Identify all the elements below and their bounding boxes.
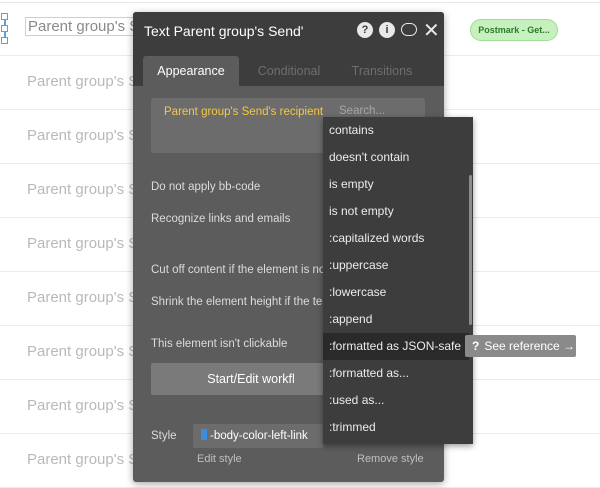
cutoff-content-label: Cut off content if the element is no <box>151 264 326 276</box>
row-text: Parent group's S <box>27 343 139 360</box>
dropdown-option[interactable]: :trimmed <box>323 414 469 441</box>
shrink-height-label: Shrink the element height if the te <box>151 296 323 308</box>
dropdown-option[interactable]: :formatted as... <box>323 360 469 387</box>
see-reference-label: See reference → <box>484 339 576 353</box>
style-value: -body-color-left-link <box>210 430 308 442</box>
tab-conditional[interactable]: Conditional <box>251 56 327 86</box>
question-icon: ? <box>472 339 480 353</box>
panel-header[interactable]: Text Parent group's Send' ? i ✕ <box>133 12 444 50</box>
style-label: Style <box>151 430 177 442</box>
see-reference-button[interactable]: ? See reference → <box>465 335 576 357</box>
row-text: Parent group's S <box>27 181 139 198</box>
remove-style-link[interactable]: Remove style <box>357 453 424 465</box>
panel-tabs: Appearance Conditional Transitions <box>133 50 444 86</box>
not-clickable-label: This element isn't clickable <box>151 338 288 350</box>
info-icon[interactable]: i <box>379 22 395 38</box>
row-text: Parent group's S <box>27 127 139 144</box>
tab-transitions[interactable]: Transitions <box>343 56 421 86</box>
no-bbcode-label: Do not apply bb-code <box>151 181 261 193</box>
resize-handle-icon[interactable] <box>1 13 8 20</box>
dropdown-option-active[interactable]: :formatted as JSON-safe <box>323 333 469 360</box>
style-select[interactable]: -body-color-left-link <box>193 424 323 448</box>
row-text: Parent group's S <box>25 17 143 36</box>
selection-handle[interactable] <box>1 13 14 44</box>
edit-style-link[interactable]: Edit style <box>197 453 242 465</box>
recognize-links-label: Recognize links and emails <box>151 213 291 225</box>
tab-appearance[interactable]: Appearance <box>143 56 239 86</box>
row-text: Parent group's S <box>27 289 139 306</box>
dropdown-option[interactable]: :lowercase <box>323 279 469 306</box>
resize-handle-icon[interactable] <box>1 25 8 32</box>
dropdown-option[interactable]: contains <box>323 117 469 144</box>
comment-icon[interactable] <box>401 23 417 36</box>
operator-dropdown: contains doesn't contain is empty is not… <box>323 117 473 444</box>
row-text: Parent group's S <box>27 397 139 414</box>
dropdown-option[interactable]: doesn't contain <box>323 144 469 171</box>
dropdown-option[interactable]: :capitalized words <box>323 225 469 252</box>
postmark-badge[interactable]: Postmark - Get... <box>470 19 558 41</box>
start-edit-workflow-button[interactable]: Start/Edit workfl <box>151 363 351 395</box>
dropdown-option[interactable]: :append <box>323 306 469 333</box>
expression-text[interactable]: Parent group's Send's recipient <box>164 106 323 118</box>
dropdown-scrollbar[interactable] <box>469 175 472 325</box>
panel-title: Text Parent group's Send' <box>144 23 304 39</box>
resize-handle-icon[interactable] <box>1 37 8 44</box>
close-icon[interactable]: ✕ <box>423 18 440 43</box>
help-icon[interactable]: ? <box>357 22 373 38</box>
style-swatch-icon <box>201 429 207 440</box>
row-text: Parent group's S <box>27 73 139 90</box>
row-text: Parent group's S <box>27 235 139 252</box>
row-text: Parent group's S <box>27 451 139 468</box>
dropdown-option[interactable]: :used as... <box>323 387 469 414</box>
dropdown-option[interactable]: :uppercase <box>323 252 469 279</box>
dropdown-option[interactable]: is empty <box>323 171 469 198</box>
dropdown-option[interactable]: is not empty <box>323 198 469 225</box>
